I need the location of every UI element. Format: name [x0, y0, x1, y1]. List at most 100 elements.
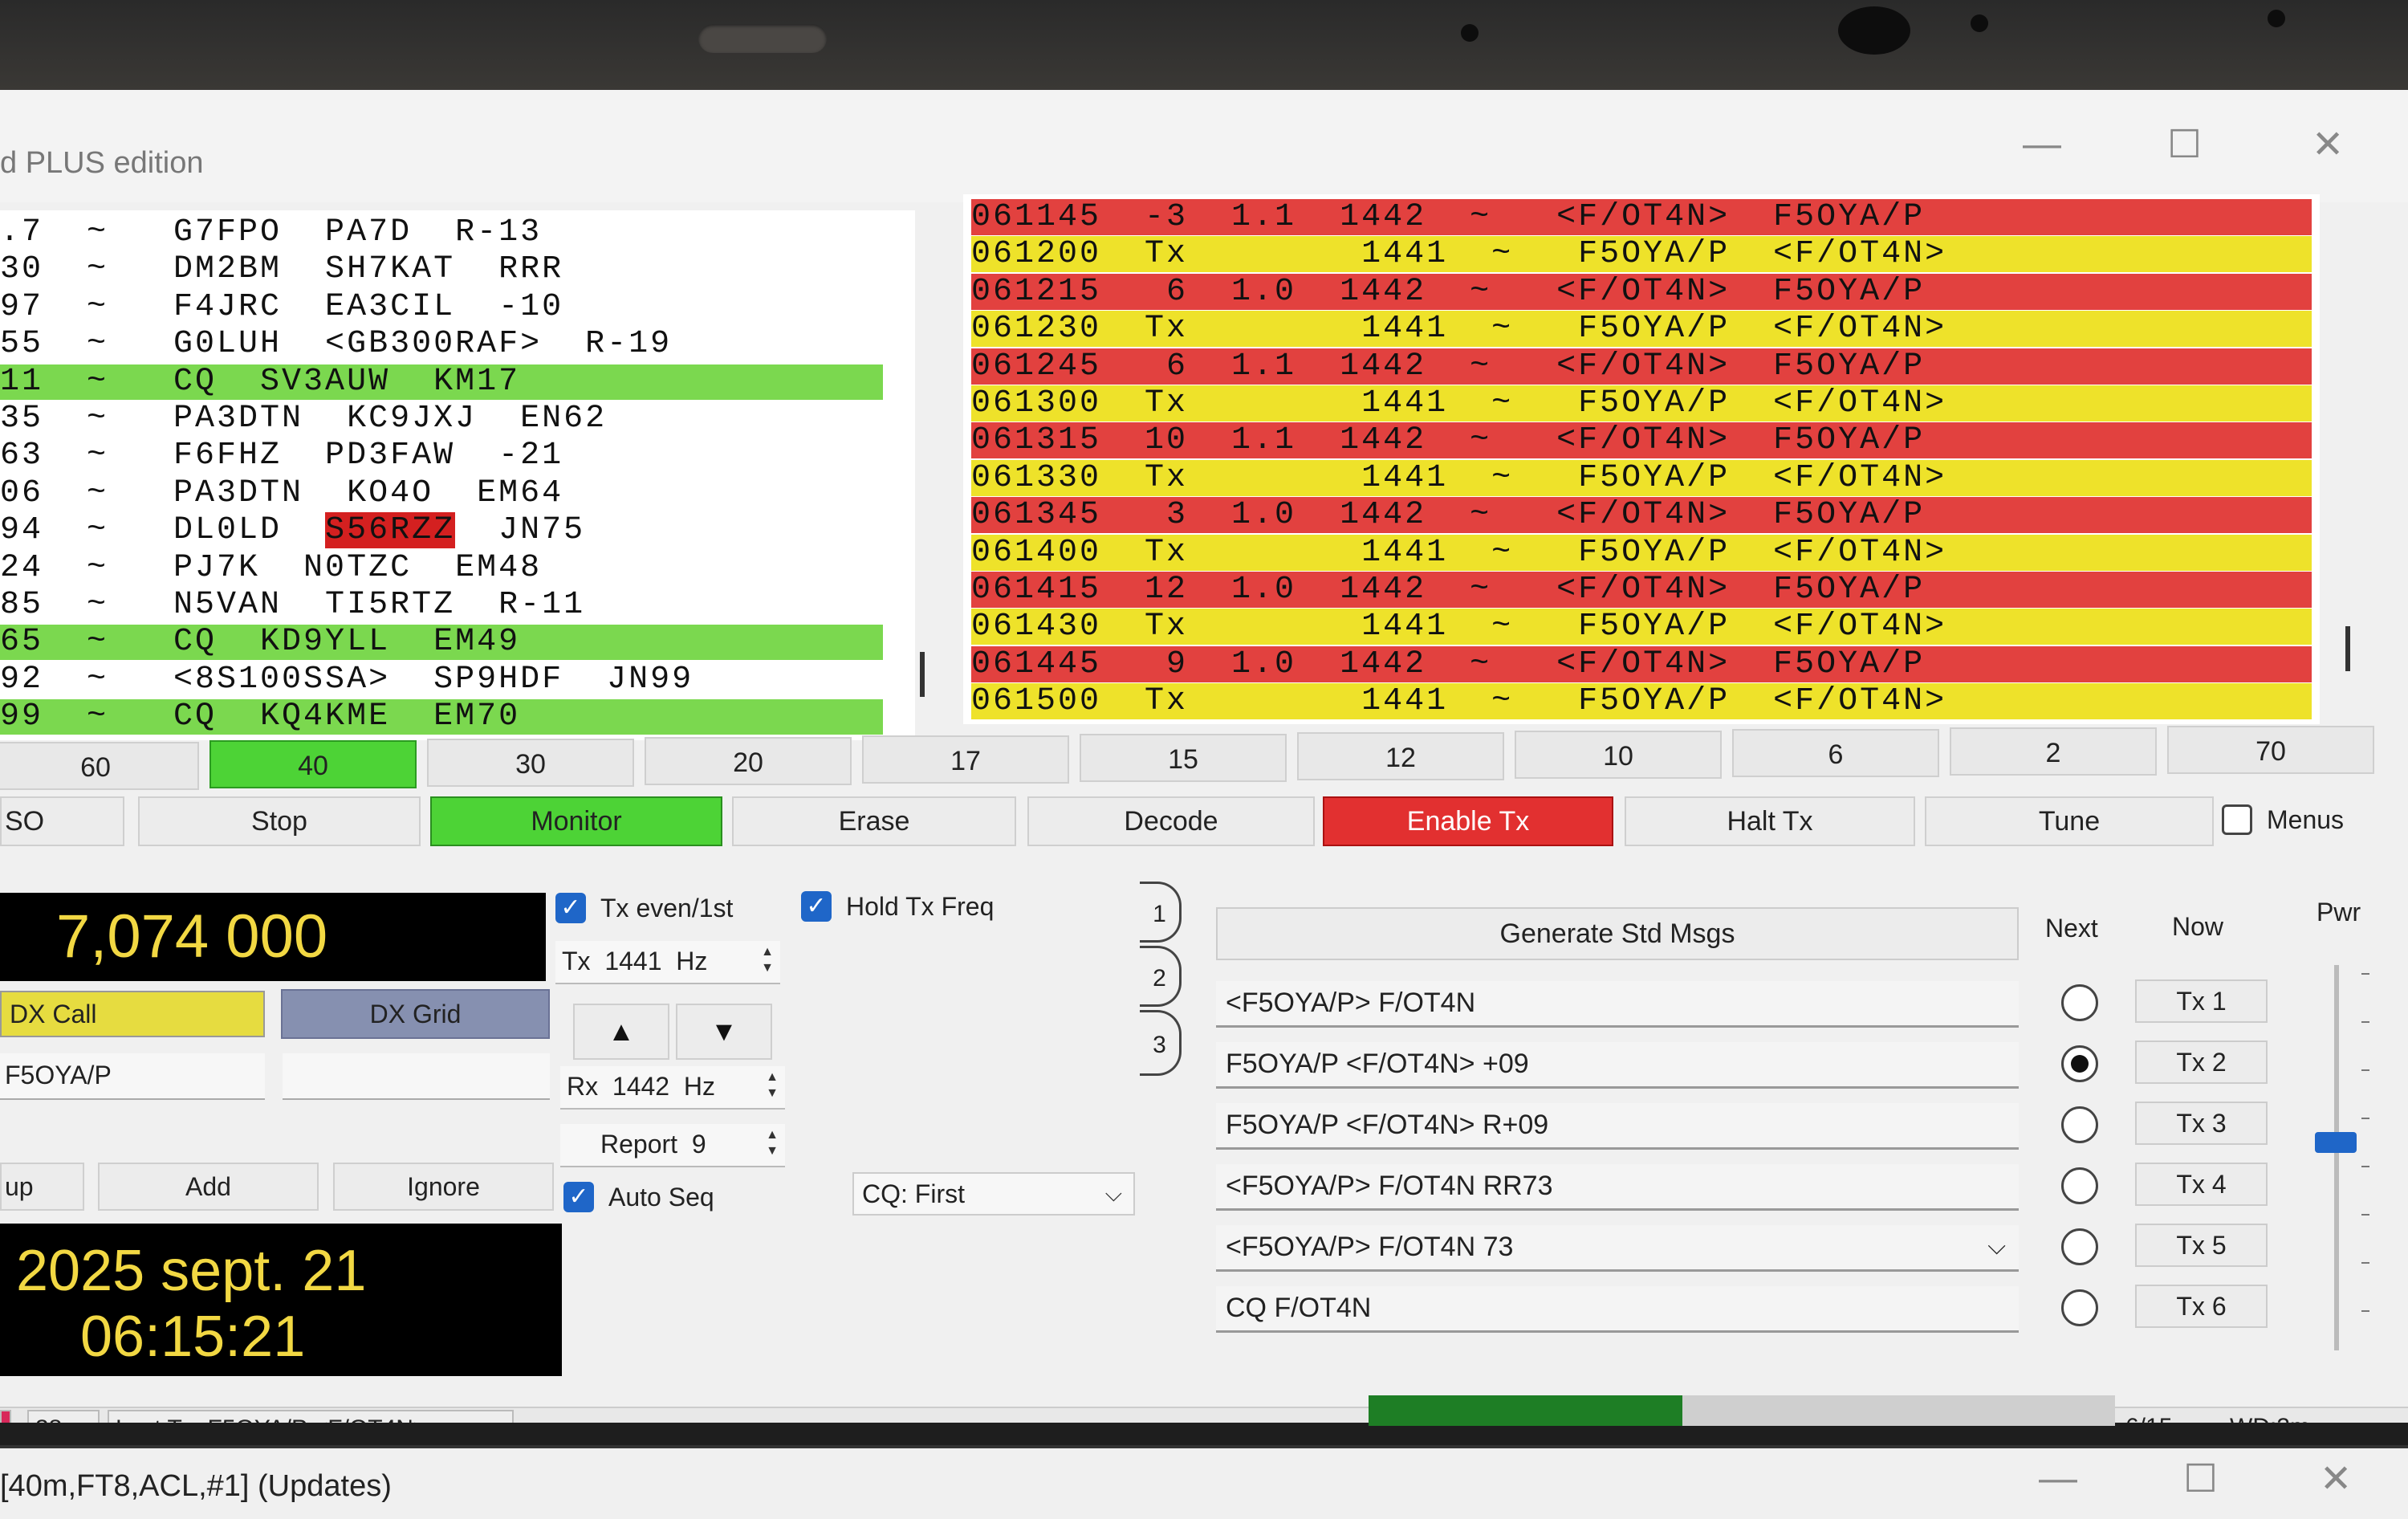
tx5-message-field[interactable]: <F5OYA/P> F/OT4N 73 ⌵	[1216, 1225, 2019, 1272]
freq-up-button[interactable]: ▲	[573, 1004, 669, 1060]
close-button[interactable]: ✕	[2320, 1456, 2352, 1501]
check-icon[interactable]: ✓	[801, 891, 832, 922]
rx-frequency-line[interactable]: 061400 Tx 1441 ~ F5OYA/P <F/OT4N>	[971, 534, 2312, 571]
band-activity-line[interactable]: 92 ~ <8S100SSA> SP9HDF JN99	[0, 662, 883, 698]
rx-frequency-line[interactable]: 061245 6 1.1 1442 ~ <F/OT4N> F5OYA/P	[971, 348, 2312, 385]
band-button-12[interactable]: 12	[1297, 732, 1504, 780]
tab-1[interactable]: 1	[1140, 882, 1182, 943]
band-activity-line[interactable]: 30 ~ DM2BM SH7KAT RRR	[0, 252, 883, 287]
rx-frequency-line[interactable]: 061345 3 1.0 1442 ~ <F/OT4N> F5OYA/P	[971, 497, 2312, 534]
cq-mode-select[interactable]: CQ: First ⌵	[852, 1172, 1135, 1216]
spin-arrows-icon[interactable]: ▲ ▼	[761, 944, 774, 976]
spin-arrows-icon[interactable]: ▲ ▼	[766, 1069, 779, 1102]
lookup-button[interactable]: up	[0, 1163, 84, 1211]
maximize-button[interactable]: ☐	[2183, 1456, 2218, 1501]
band-activity-line[interactable]: 99 ~ CQ KQ4KME EM70	[0, 699, 883, 735]
rx-frequency-line[interactable]: 061300 Tx 1441 ~ F5OYA/P <F/OT4N>	[971, 385, 2312, 421]
maximize-button[interactable]: ☐	[2167, 122, 2202, 167]
enable-tx-button[interactable]: Enable Tx	[1323, 796, 1613, 846]
next-radio-tx4[interactable]	[2061, 1167, 2098, 1204]
band-button-60[interactable]: 60	[0, 742, 199, 790]
ignore-button[interactable]: Ignore	[333, 1163, 554, 1211]
dx-call-input[interactable]: F5OYA/P	[0, 1053, 265, 1100]
band-button-40[interactable]: 40	[209, 740, 417, 788]
stop-button[interactable]: Stop	[138, 796, 421, 846]
band-activity-line[interactable]: 24 ~ PJ7K N0TZC EM48	[0, 550, 883, 586]
band-activity-line[interactable]: 97 ~ F4JRC EA3CIL -10	[0, 289, 883, 325]
rx-frequency-line[interactable]: 061430 Tx 1441 ~ F5OYA/P <F/OT4N>	[971, 609, 2312, 645]
rx-frequency-line[interactable]: 061500 Tx 1441 ~ F5OYA/P <F/OT4N>	[971, 683, 2312, 720]
tab-3[interactable]: 3	[1140, 1010, 1182, 1076]
rx-frequency-line[interactable]: 061230 Tx 1441 ~ F5OYA/P <F/OT4N>	[971, 311, 2312, 348]
band-button-70[interactable]: 70	[2167, 726, 2374, 774]
band-activity-line[interactable]: 85 ~ N5VAN TI5RTZ R-11	[0, 588, 883, 623]
band-button-20[interactable]: 20	[645, 737, 852, 785]
band-button-30[interactable]: 30	[427, 739, 634, 787]
band-activity-line[interactable]: 65 ~ CQ KD9YLL EM49	[0, 625, 883, 661]
rx-frequency-line[interactable]: 061215 6 1.0 1442 ~ <F/OT4N> F5OYA/P	[971, 273, 2312, 310]
tx6-message-field[interactable]: CQ F/OT4N	[1216, 1286, 2019, 1333]
band-activity-line[interactable]: 94 ~ DL0LD S56RZZ JN75	[0, 512, 883, 549]
spin-arrows-icon[interactable]: ▲ ▼	[766, 1127, 779, 1159]
tx1-message-field[interactable]: <F5OYA/P> F/OT4N	[1216, 981, 2019, 1028]
band-activity-line[interactable]: 35 ~ PA3DTN KC9JXJ EN62	[0, 401, 883, 437]
next-radio-tx6[interactable]	[2061, 1289, 2098, 1326]
power-slider-handle[interactable]	[2315, 1132, 2357, 1153]
tx4-now-button[interactable]: Tx 4	[2135, 1163, 2268, 1206]
monitor-button[interactable]: Monitor	[430, 796, 722, 846]
rx-frequency-line[interactable]: 061415 12 1.0 1442 ~ <F/OT4N> F5OYA/P	[971, 572, 2312, 608]
next-radio-tx1[interactable]	[2061, 984, 2098, 1021]
menus-check-icon[interactable]	[2222, 804, 2252, 835]
rx-frequency-spinbox[interactable]: Rx 1442 Hz ▲ ▼	[560, 1066, 785, 1110]
tx5-now-button[interactable]: Tx 5	[2135, 1224, 2268, 1267]
rx-frequency-line[interactable]: 061145 -3 1.1 1442 ~ <F/OT4N> F5OYA/P	[971, 199, 2312, 235]
next-radio-tx3[interactable]	[2061, 1106, 2098, 1143]
tx-frequency-spinbox[interactable]: Tx 1441 Hz ▲ ▼	[555, 941, 780, 984]
hold-tx-freq-checkbox[interactable]: ✓ Hold Tx Freq	[801, 891, 994, 922]
band-activity-line[interactable]: 11 ~ CQ SV3AUW KM17	[0, 364, 883, 400]
rx-frequency-pane[interactable]: 061145 -3 1.1 1442 ~ <F/OT4N> F5OYA/P 061…	[963, 194, 2320, 724]
check-icon[interactable]: ✓	[555, 893, 586, 923]
band-button-2[interactable]: 2	[1950, 727, 2157, 776]
tx2-message-field[interactable]: F5OYA/P <F/OT4N> +09	[1216, 1042, 2019, 1089]
tx2-now-button[interactable]: Tx 2	[2135, 1040, 2268, 1084]
chevron-down-icon[interactable]: ⌵	[1987, 1225, 2006, 1269]
minimize-button[interactable]: —	[2039, 1456, 2077, 1501]
rx-frequency-line[interactable]: 061315 10 1.1 1442 ~ <F/OT4N> F5OYA/P	[971, 422, 2312, 459]
minimize-button[interactable]: —	[2023, 122, 2061, 166]
freq-down-button[interactable]: ▼	[676, 1004, 772, 1060]
tx3-message-field[interactable]: F5OYA/P <F/OT4N> R+09	[1216, 1103, 2019, 1150]
band-activity-line[interactable]: 55 ~ G0LUH <GB300RAF> R-19	[0, 327, 883, 362]
rx-frequency-line[interactable]: 061445 9 1.0 1442 ~ <F/OT4N> F5OYA/P	[971, 645, 2312, 682]
band-button-6[interactable]: 6	[1732, 729, 1939, 777]
next-radio-tx2[interactable]	[2061, 1045, 2098, 1082]
tx4-message-field[interactable]: <F5OYA/P> F/OT4N RR73	[1216, 1164, 2019, 1211]
dx-grid-input[interactable]	[283, 1053, 550, 1100]
report-spinbox[interactable]: Report 9 ▲ ▼	[560, 1124, 785, 1167]
band-button-17[interactable]: 17	[862, 735, 1069, 784]
band-activity-line[interactable]: 63 ~ F6FHZ PD3FAW -21	[0, 438, 883, 474]
band-activity-line[interactable]: 06 ~ PA3DTN KO4O EM64	[0, 475, 883, 511]
power-slider-track[interactable]	[2334, 965, 2339, 1350]
log-qso-button[interactable]: SO	[0, 796, 124, 846]
tx-even-checkbox[interactable]: ✓ Tx even/1st	[555, 893, 733, 923]
decode-button[interactable]: Decode	[1027, 796, 1315, 846]
menus-checkbox[interactable]: Menus	[2222, 804, 2344, 835]
erase-button[interactable]: Erase	[732, 796, 1016, 846]
check-icon[interactable]: ✓	[563, 1182, 594, 1212]
next-radio-tx5[interactable]	[2061, 1228, 2098, 1265]
close-button[interactable]: ✕	[2312, 122, 2344, 167]
add-button[interactable]: Add	[98, 1163, 319, 1211]
rx-frequency-line[interactable]: 061200 Tx 1441 ~ F5OYA/P <F/OT4N>	[971, 236, 2312, 273]
tx6-now-button[interactable]: Tx 6	[2135, 1285, 2268, 1328]
tune-button[interactable]: Tune	[1925, 796, 2214, 846]
tx1-now-button[interactable]: Tx 1	[2135, 979, 2268, 1023]
rx-frequency-line[interactable]: 061330 Tx 1441 ~ F5OYA/P <F/OT4N>	[971, 459, 2312, 496]
auto-seq-checkbox[interactable]: ✓ Auto Seq	[563, 1182, 714, 1212]
tx3-now-button[interactable]: Tx 3	[2135, 1102, 2268, 1145]
tab-2[interactable]: 2	[1140, 946, 1182, 1007]
band-button-10[interactable]: 10	[1515, 731, 1722, 779]
rx-frequency-scrollbar[interactable]	[2345, 626, 2350, 671]
dx-grid-button[interactable]: DX Grid	[281, 989, 550, 1039]
generate-std-msgs-button[interactable]: Generate Std Msgs	[1216, 907, 2019, 960]
